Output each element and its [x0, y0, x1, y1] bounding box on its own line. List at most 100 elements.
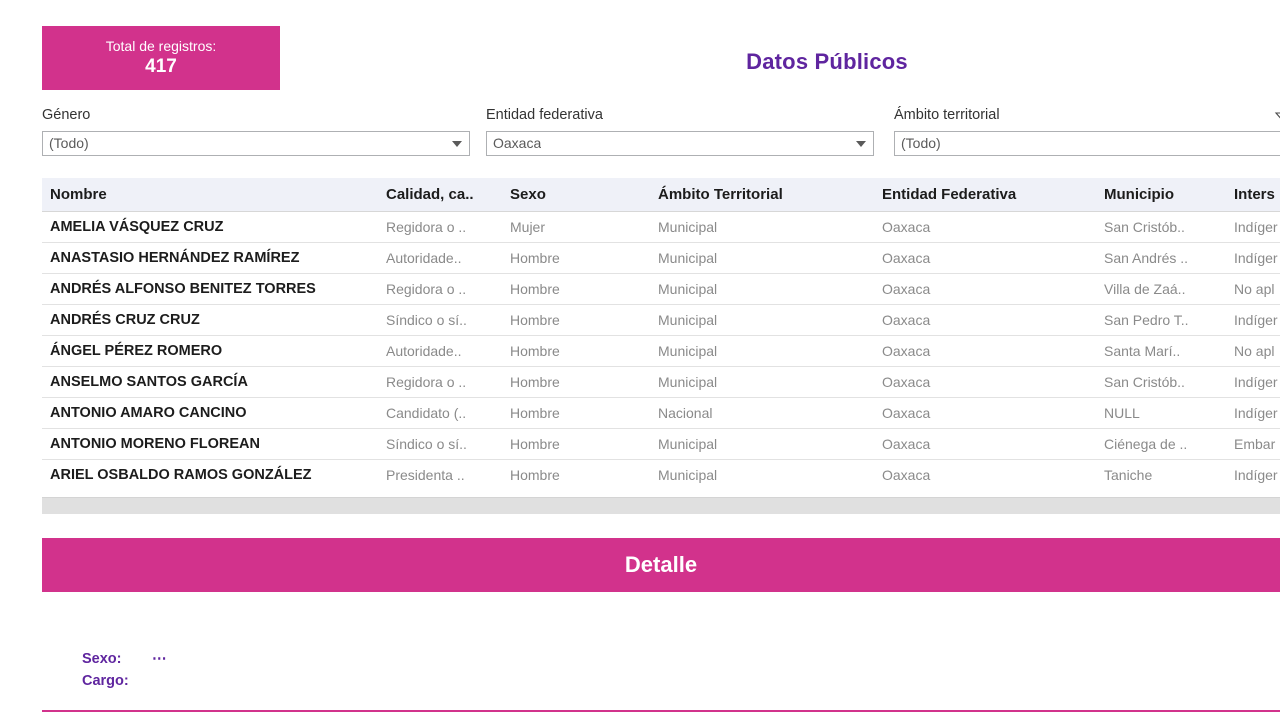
filter-ambito-territorial: Ámbito territorial (Todo) — [894, 108, 1280, 156]
cell-calidad: Autoridade.. — [378, 335, 502, 367]
filter-entidad-dropdown[interactable]: Oaxaca — [486, 130, 874, 156]
cell-nombre: ANDRÉS CRUZ CRUZ — [42, 304, 378, 336]
cell-nombre: ANTONIO AMARO CANCINO — [42, 397, 378, 429]
cell-sexo: Hombre — [502, 428, 650, 460]
filter-entidad-federativa: Entidad federativa Oaxaca — [486, 107, 1280, 156]
cell-entidad: Oaxaca — [874, 397, 1096, 429]
cell-calidad: Síndico o sí.. — [378, 304, 502, 336]
column-header-interseccionalidad[interactable]: Inters — [1226, 178, 1280, 212]
table-row[interactable]: AMELIA VÁSQUEZ CRUZ Regidora o .. Mujer Mun… — [42, 211, 1280, 243]
table-row[interactable]: ANSELMO SANTOS GARCÍA Regidora o .. Hombre… — [42, 366, 1280, 398]
cell-interseccionalidad: Indíger — [1226, 397, 1280, 429]
cell-sexo: Hombre — [502, 242, 650, 274]
cell-municipio: San Pedro T.. — [1096, 304, 1226, 336]
horizontal-scrollbar[interactable] — [42, 497, 1280, 514]
cell-ambito: Municipal — [650, 335, 874, 367]
cell-municipio: San Andrés .. — [1096, 242, 1226, 274]
cell-entidad: Oaxaca — [874, 211, 1096, 243]
cell-nombre: ANDRÉS ALFONSO BENITEZ TORRES — [42, 273, 378, 305]
filter-genero-label: Género — [42, 107, 91, 123]
column-header-nombre[interactable]: Nombre — [42, 178, 378, 212]
detalle-fields: Sexo: ⋯ Cargo: — [82, 648, 168, 692]
cell-ambito: Municipal — [650, 304, 874, 336]
cell-entidad: Oaxaca — [874, 242, 1096, 274]
records-table: Nombre Calidad, ca.. Sexo Ámbito Territo… — [42, 178, 1280, 490]
detalle-field-sexo: Sexo: ⋯ — [82, 648, 168, 670]
total-records-kpi: Total de registros: 417 — [42, 26, 280, 90]
cell-interseccionalidad: No apl — [1226, 335, 1280, 367]
bottom-divider — [42, 710, 1280, 712]
cell-calidad: Candidato (.. — [378, 397, 502, 429]
dashboard-root: Total de registros: 417 Datos Públicos G… — [0, 0, 1280, 720]
table-row[interactable]: ANDRÉS ALFONSO BENITEZ TORRES Regidora o … — [42, 273, 1280, 305]
table-row[interactable]: ANASTASIO HERNÁNDEZ RAMÍREZ Autoridade.. H… — [42, 242, 1280, 274]
cell-entidad: Oaxaca — [874, 459, 1096, 490]
cell-entidad: Oaxaca — [874, 335, 1096, 367]
detalle-field-cargo-label: Cargo: — [82, 673, 129, 689]
cell-municipio: NULL — [1096, 397, 1226, 429]
cell-nombre: AMELIA VÁSQUEZ CRUZ — [42, 211, 378, 243]
filter-genero-value: (Todo) — [49, 135, 89, 151]
cell-interseccionalidad: Indíger — [1226, 242, 1280, 274]
cell-ambito: Municipal — [650, 273, 874, 305]
filter-genero-dropdown[interactable]: (Todo) — [42, 130, 470, 156]
cell-ambito: Nacional — [650, 397, 874, 429]
cell-entidad: Oaxaca — [874, 428, 1096, 460]
table-header-row: Nombre Calidad, ca.. Sexo Ámbito Territo… — [42, 178, 1280, 212]
kpi-label: Total de registros: — [105, 38, 217, 55]
cell-calidad: Autoridade.. — [378, 242, 502, 274]
cell-ambito: Municipal — [650, 242, 874, 274]
filter-ambito-dropdown[interactable]: (Todo) — [894, 130, 1280, 156]
cell-sexo: Hombre — [502, 459, 650, 490]
cell-sexo: Hombre — [502, 335, 650, 367]
cell-calidad: Regidora o .. — [378, 366, 502, 398]
cell-municipio: San Cristób.. — [1096, 211, 1226, 243]
cell-sexo: Hombre — [502, 304, 650, 336]
cell-calidad: Presidenta .. — [378, 459, 502, 490]
filter-entidad-label: Entidad federativa — [486, 107, 603, 123]
cell-municipio: Villa de Zaá.. — [1096, 273, 1226, 305]
table-row[interactable]: ANTONIO AMARO CANCINO Candidato (.. Hombre… — [42, 397, 1280, 429]
detalle-banner: Detalle — [42, 538, 1280, 592]
filter-entidad-value: Oaxaca — [493, 135, 542, 151]
cell-interseccionalidad: Embar — [1226, 428, 1280, 460]
page-title: Datos Públicos — [746, 49, 908, 74]
cell-nombre: ANTONIO MORENO FLOREAN — [42, 428, 378, 460]
table-row[interactable]: ANDRÉS CRUZ CRUZ Síndico o sí.. Hombre Muni… — [42, 304, 1280, 336]
column-header-sexo[interactable]: Sexo — [502, 178, 650, 212]
column-header-entidad[interactable]: Entidad Federativa — [874, 178, 1096, 212]
cell-nombre: ANSELMO SANTOS GARCÍA — [42, 366, 378, 398]
cell-calidad: Regidora o .. — [378, 211, 502, 243]
cell-sexo: Hombre — [502, 397, 650, 429]
filter-bar: Género (Todo) Entidad federativa Oaxaca — [42, 108, 1280, 166]
cell-ambito: Municipal — [650, 428, 874, 460]
cell-sexo: Hombre — [502, 273, 650, 305]
column-header-calidad[interactable]: Calidad, ca.. — [378, 178, 502, 212]
cell-municipio: San Cristób.. — [1096, 366, 1226, 398]
column-header-municipio[interactable]: Municipio — [1096, 178, 1226, 212]
cell-nombre: ÁNGEL PÉREZ ROMERO — [42, 335, 378, 367]
cell-interseccionalidad: Indíger — [1226, 304, 1280, 336]
cell-ambito: Municipal — [650, 211, 874, 243]
cell-entidad: Oaxaca — [874, 304, 1096, 336]
cell-calidad: Regidora o .. — [378, 273, 502, 305]
cell-sexo: Hombre — [502, 366, 650, 398]
table-row[interactable]: ANTONIO MORENO FLOREAN Síndico o sí.. Homb… — [42, 428, 1280, 460]
filter-genero: Género (Todo) — [42, 108, 470, 156]
cell-entidad: Oaxaca — [874, 366, 1096, 398]
cell-interseccionalidad: Indíger — [1226, 211, 1280, 243]
filter-ambito-label: Ámbito territorial — [894, 107, 1000, 123]
column-header-ambito[interactable]: Ámbito Territorial — [650, 178, 874, 212]
table-row[interactable]: ARIEL OSBALDO RAMOS GONZÁLEZ Presidenta .… — [42, 459, 1280, 490]
chevron-down-icon — [856, 141, 866, 147]
cell-nombre: ARIEL OSBALDO RAMOS GONZÁLEZ — [42, 459, 378, 490]
cell-interseccionalidad: Indíger — [1226, 366, 1280, 398]
cell-interseccionalidad: Indíger — [1226, 459, 1280, 490]
cell-sexo: Mujer — [502, 211, 650, 243]
cell-ambito: Municipal — [650, 459, 874, 490]
cell-entidad: Oaxaca — [874, 273, 1096, 305]
cell-municipio: Taniche — [1096, 459, 1226, 490]
cell-interseccionalidad: No apl — [1226, 273, 1280, 305]
detalle-field-sexo-label: Sexo: — [82, 651, 122, 667]
table-row[interactable]: ÁNGEL PÉREZ ROMERO Autoridade.. Hombre Muni… — [42, 335, 1280, 367]
